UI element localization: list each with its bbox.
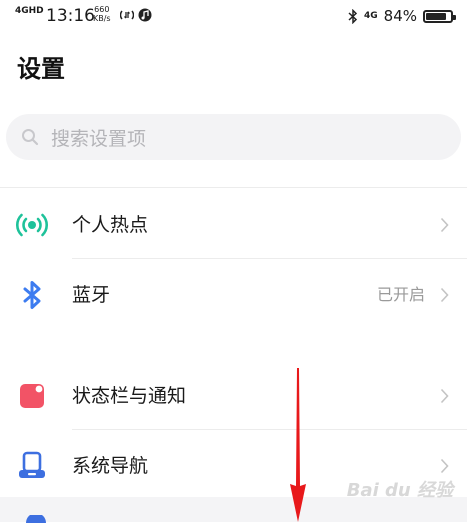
music-icon (138, 8, 152, 22)
bluetooth-status-icon (348, 8, 358, 24)
battery-percent: 84% (383, 7, 417, 25)
clock: 13:16 (46, 6, 95, 26)
bluetooth-status: 已开启 (376, 285, 425, 304)
chevron-right-icon (440, 287, 449, 303)
chevron-right-icon (440, 217, 449, 233)
status-right: 4G 84% (348, 6, 456, 26)
annotation-arrow-icon (290, 368, 306, 522)
network-type: 4GHD (15, 6, 44, 16)
status-bar: 4GHD 13:16 660 KB/s 4G 84% (0, 0, 467, 34)
settings-item-bluetooth[interactable]: 蓝牙 已开启 (0, 261, 467, 329)
settings-item-label: 蓝牙 (72, 284, 111, 306)
data-sync-icon (120, 10, 134, 20)
page-title: 设置 (17, 55, 65, 83)
notification-icon (20, 384, 44, 408)
battery-cap (453, 14, 456, 20)
chevron-right-icon (440, 388, 449, 404)
battery-icon (423, 9, 456, 23)
settings-item-label: 状态栏与通知 (72, 385, 187, 407)
battery-fill (426, 12, 446, 20)
settings-item-label: 个人热点 (72, 214, 149, 236)
search-input[interactable]: 搜索设置项 (6, 114, 461, 160)
settings-item-status-bar[interactable]: 状态栏与通知 (0, 362, 467, 430)
divider (72, 429, 467, 430)
settings-item-hotspot[interactable]: 个人热点 (0, 191, 467, 259)
speed-unit: KB/s (93, 14, 111, 23)
network-speed: 660 KB/s (93, 5, 111, 23)
chevron-right-icon (440, 458, 449, 474)
hotspot-icon (16, 213, 48, 237)
divider (72, 258, 467, 259)
navigation-icon (19, 451, 45, 478)
speed-value: 660 (94, 5, 110, 14)
search-placeholder: 搜索设置项 (51, 127, 147, 150)
divider (0, 187, 467, 188)
settings-item-label: 系统导航 (72, 455, 149, 477)
signal-type: 4G (364, 10, 378, 21)
bluetooth-icon (23, 281, 41, 309)
search-icon (22, 129, 39, 146)
watermark: Bai du 经验 (346, 480, 453, 501)
